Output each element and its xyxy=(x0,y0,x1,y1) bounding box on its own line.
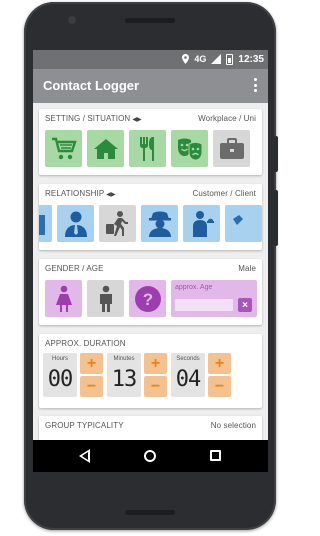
network-type: 4G xyxy=(194,54,207,64)
male-icon[interactable] xyxy=(87,280,124,317)
volume-button xyxy=(274,190,278,246)
app-title: Contact Logger xyxy=(43,78,140,93)
back-icon[interactable] xyxy=(79,449,90,463)
age-field[interactable] xyxy=(175,299,233,311)
home-button-icon[interactable] xyxy=(144,450,156,462)
seconds-minus-button[interactable]: − xyxy=(208,376,231,397)
gender-age-label: GENDER / AGE xyxy=(45,264,104,273)
clear-age-button[interactable]: × xyxy=(238,298,252,312)
seconds-group: Seconds 04 + − xyxy=(171,353,231,397)
age-input-box: approx. Age × xyxy=(171,280,257,317)
traveler-icon[interactable] xyxy=(99,205,136,242)
relationship-label: RELATIONSHIP xyxy=(45,189,105,198)
screen: 4G 12:35 Contact Logger SETTING / SITUAT… xyxy=(33,50,268,472)
power-button xyxy=(274,136,278,172)
minutes-minus-button[interactable]: − xyxy=(144,376,167,397)
minutes-plus-button[interactable]: + xyxy=(144,353,167,374)
age-placeholder: approx. Age xyxy=(175,284,213,291)
hours-minus-button[interactable]: − xyxy=(80,376,103,397)
seconds-value: 04 xyxy=(175,367,202,392)
briefcase-icon[interactable] xyxy=(213,130,250,167)
setting-value: Workplace / Uni xyxy=(198,114,256,123)
minutes-display: Minutes 13 xyxy=(107,353,141,397)
partial-right-icon[interactable] xyxy=(225,205,262,242)
minutes-caption: Minutes xyxy=(113,356,135,362)
hours-plus-button[interactable]: + xyxy=(80,353,103,374)
restaurant-icon[interactable] xyxy=(129,130,166,167)
hours-group: Hours 00 + − xyxy=(43,353,103,397)
duration-card: APPROX. DURATION Hours 00 + − Minutes 13 xyxy=(39,334,262,408)
status-bar: 4G 12:35 xyxy=(33,50,268,69)
signal-icon xyxy=(211,54,222,64)
earpiece xyxy=(125,18,175,23)
duration-label: APPROX. DURATION xyxy=(45,339,126,348)
hours-value: 00 xyxy=(47,367,74,392)
setting-label: SETTING / SITUATION xyxy=(45,114,131,123)
female-icon[interactable] xyxy=(45,280,82,317)
swap-arrows-icon[interactable]: ◀▶ xyxy=(106,192,115,198)
seconds-caption: Seconds xyxy=(176,356,200,362)
shopping-cart-icon[interactable] xyxy=(45,130,82,167)
minutes-value: 13 xyxy=(111,367,138,392)
group-typicality-value: No selection xyxy=(210,421,256,430)
recent-apps-icon[interactable] xyxy=(210,450,221,461)
theater-masks-icon[interactable] xyxy=(171,130,208,167)
relationship-card: RELATIONSHIP ◀▶ Customer / Client xyxy=(39,184,262,250)
detective-icon[interactable] xyxy=(141,205,178,242)
overflow-menu-icon[interactable] xyxy=(250,77,260,93)
hours-display: Hours 00 xyxy=(43,353,77,397)
seconds-display: Seconds 04 xyxy=(171,353,205,397)
svg-text:?: ? xyxy=(142,290,152,309)
location-icon xyxy=(182,54,190,64)
business-person-icon[interactable] xyxy=(57,205,94,242)
setting-card: SETTING / SITUATION ◀▶ Workplace / Uni xyxy=(39,109,262,175)
bottom-speaker xyxy=(125,510,175,515)
battery-icon xyxy=(226,53,234,65)
app-bar: Contact Logger xyxy=(33,69,268,103)
group-typicality-label: GROUP TYPICALITY xyxy=(45,421,124,430)
gender-age-value: Male xyxy=(238,264,256,273)
relationship-value: Customer / Client xyxy=(192,189,256,198)
gender-age-card: GENDER / AGE Male ? approx. Age × xyxy=(39,259,262,325)
swap-arrows-icon[interactable]: ◀▶ xyxy=(132,117,141,123)
unknown-gender-icon[interactable]: ? xyxy=(129,280,166,317)
clock: 12:35 xyxy=(238,53,264,65)
home-icon[interactable] xyxy=(87,130,124,167)
front-camera xyxy=(68,16,76,24)
hours-caption: Hours xyxy=(51,356,68,362)
waiter-icon[interactable] xyxy=(183,205,220,242)
minutes-group: Minutes 13 + − xyxy=(107,353,167,397)
navigation-bar xyxy=(33,440,268,472)
partial-left-icon[interactable] xyxy=(39,205,52,242)
seconds-plus-button[interactable]: + xyxy=(208,353,231,374)
